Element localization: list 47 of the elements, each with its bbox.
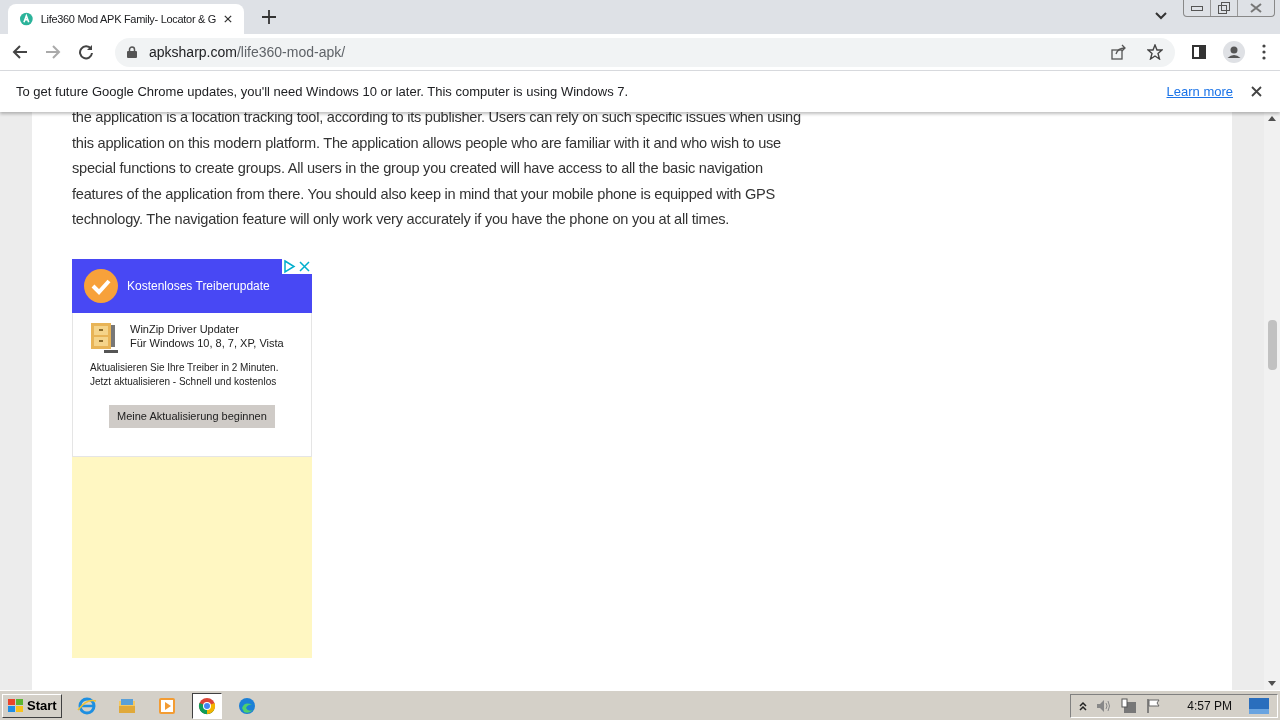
clock: 4:57 PM <box>1187 697 1232 715</box>
network-icon[interactable] <box>1121 697 1138 714</box>
platform-list: Für Windows 10, 8, 7, XP, Vista <box>130 335 284 350</box>
checkmark-icon <box>84 268 118 303</box>
play-icon <box>156 695 177 716</box>
tab-title: Life360 Mod APK Family- Locator & G <box>40 11 217 27</box>
flag-icon[interactable] <box>1146 697 1163 714</box>
article-paragraph: the application is a location tracking tool, according to its publisher. Users can rely on such specific issues when using this application on this modern platform. The application allows people who are familiar with it and who wish to use special functions to create groups. All users in the group you created will have access to all the basic navigation features of the application from there. You should also keep in mind that your mobile phone is equipped with GPS technology. The navigation feature will only work very accurately if you have the phone on you at all times. <box>72 112 802 230</box>
ad-header[interactable]: Kostenloses Treiberupdate <box>72 258 312 313</box>
edge-icon <box>236 695 257 716</box>
close-icon[interactable] <box>1251 86 1262 97</box>
new-tab-icon[interactable] <box>262 10 276 24</box>
browser-e-icon <box>76 695 97 716</box>
lock-icon <box>127 46 137 58</box>
windows-logo-icon <box>7 697 25 714</box>
close-icon[interactable] <box>224 14 232 24</box>
browser-tab[interactable]: Life360 Mod APK Family- Locator & G <box>8 4 244 34</box>
file-cabinet-icon <box>90 321 120 354</box>
scrollbar-thumb[interactable] <box>1267 320 1277 370</box>
menu-icon[interactable] <box>1262 44 1266 60</box>
back-icon[interactable] <box>12 44 28 60</box>
minimize-icon[interactable] <box>1190 5 1203 11</box>
ad-choices-icon[interactable] <box>282 258 297 274</box>
site-logo-icon <box>20 11 33 27</box>
learn-more-link[interactable]: Learn more <box>1166 81 1233 102</box>
start-button[interactable]: Start <box>2 693 62 718</box>
ad-text: Jetzt aktualisieren - Schnell und kostenlos <box>90 374 278 389</box>
infobar-message: To get future Google Chrome updates, you'll need Windows 10 or later. This computer is using Windows 7. <box>16 82 629 101</box>
ad-headline: Kostenloses Treiberupdate <box>127 277 270 295</box>
address-bar[interactable]: apksharp.com/life360-mod-apk/ <box>115 37 1175 67</box>
scroll-up-icon[interactable] <box>1268 116 1276 121</box>
ad-text: Aktualisieren Sie Ihre Treiber in 2 Minuten. <box>90 360 280 375</box>
chrome-icon <box>196 695 217 716</box>
profile-avatar-icon[interactable] <box>1223 41 1245 63</box>
show-desktop-icon[interactable] <box>1249 697 1269 714</box>
scroll-down-icon[interactable] <box>1268 681 1276 686</box>
reload-icon[interactable] <box>78 44 94 60</box>
chevron-up-icon[interactable] <box>1079 700 1088 711</box>
share-icon[interactable] <box>1111 44 1127 60</box>
side-panel-icon[interactable] <box>1192 45 1206 59</box>
taskbar-app[interactable] <box>191 692 222 719</box>
url-text: apksharp.com/life360-mod-apk/ <box>149 42 346 62</box>
update-button[interactable]: Meine Aktualisierung beginnen <box>109 404 275 428</box>
star-icon[interactable] <box>1147 44 1163 60</box>
chevron-down-icon[interactable] <box>1155 12 1167 20</box>
product-name: WinZip Driver Updater <box>130 321 240 336</box>
restore-icon[interactable] <box>1217 2 1230 14</box>
